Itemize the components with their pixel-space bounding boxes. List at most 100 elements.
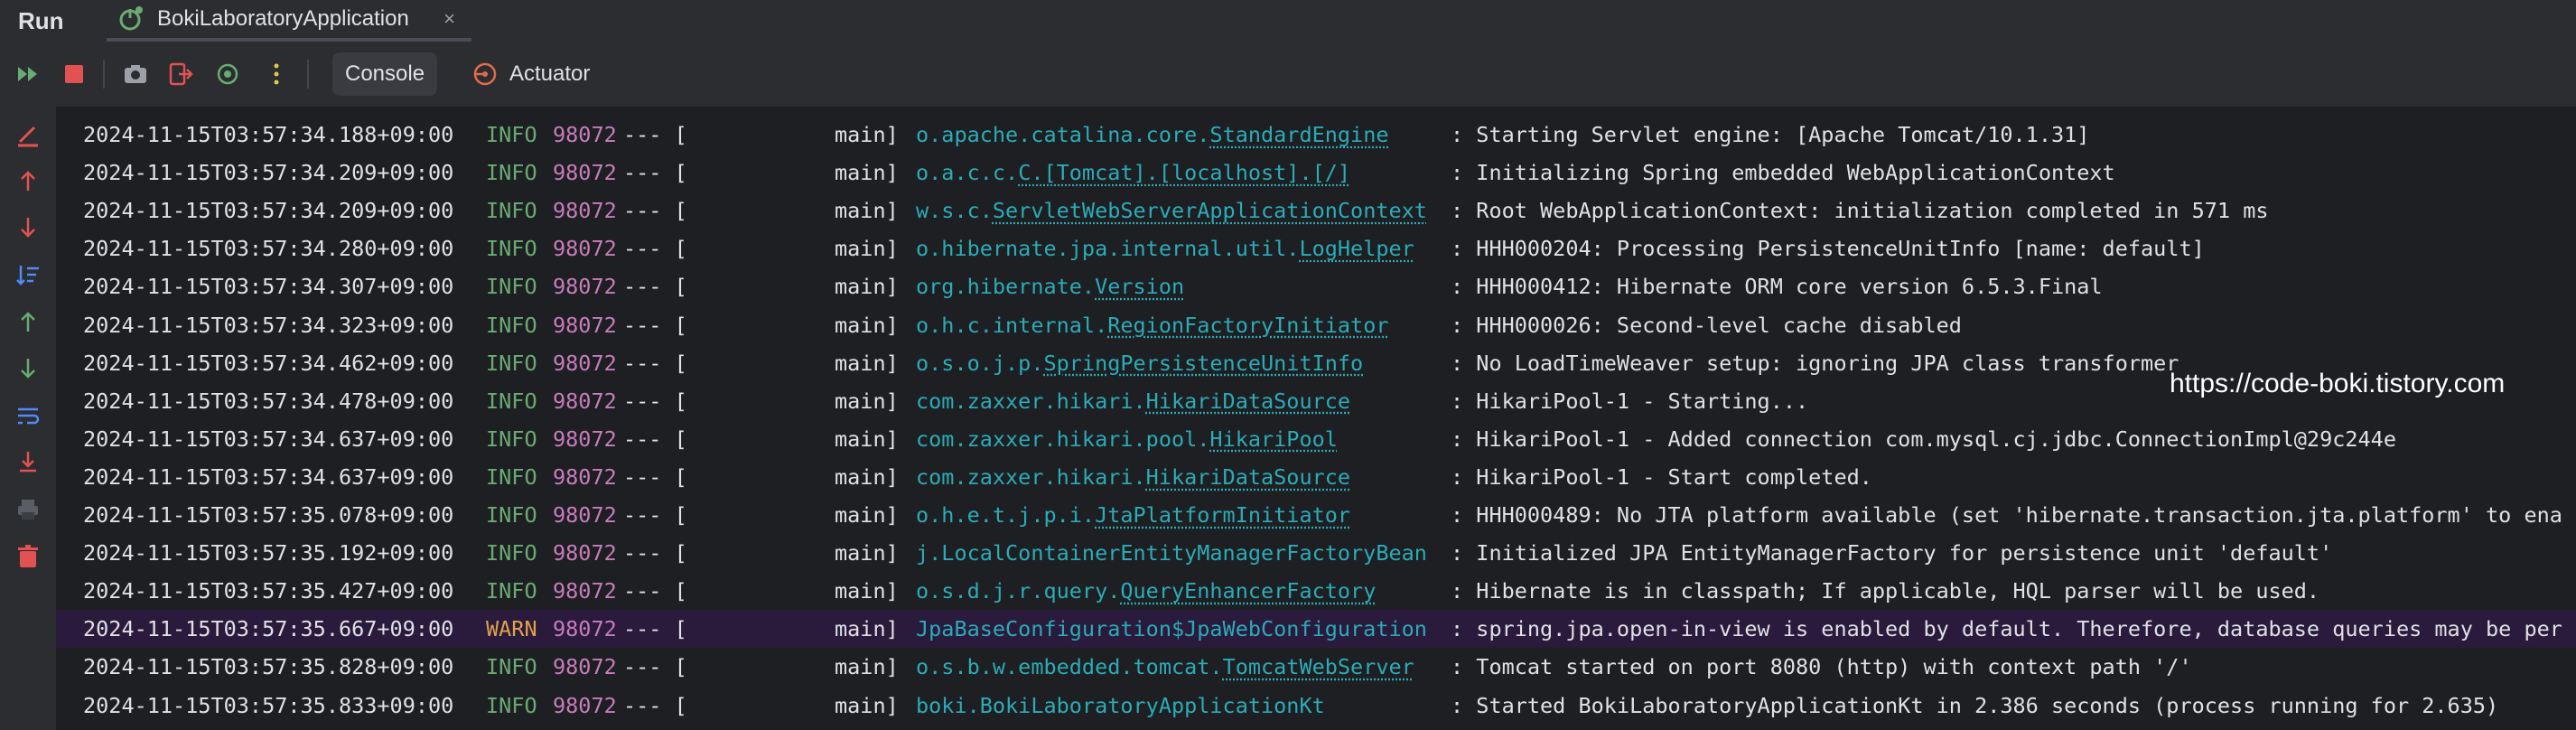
logger-class[interactable]: ServletWebServerApplicationContext: [993, 198, 1427, 223]
log-message: : HHH000204: Processing PersistenceUnitI…: [1451, 236, 2205, 262]
log-pid: 98072: [553, 426, 617, 452]
log-thread: main]: [835, 463, 899, 490]
logger-class[interactable]: C.[Tomcat].[localhost].[/]: [1018, 160, 1350, 185]
log-logger-link[interactable]: o.h.c.internal.RegionFactoryInitiator: [916, 306, 1389, 344]
print-icon[interactable]: [12, 493, 44, 526]
log-separator: --- [: [623, 312, 687, 338]
log-logger-link[interactable]: boki.BokiLaboratoryApplicationKt: [916, 687, 1325, 725]
log-level: INFO: [486, 692, 537, 718]
logger-class[interactable]: StandardEngine: [1209, 122, 1388, 147]
log-timestamp: 2024-11-15T03:57:34.462+09:00: [83, 350, 454, 376]
log-thread: main]: [835, 236, 899, 262]
logger-class[interactable]: JtaPlatformInitiator: [1095, 502, 1350, 528]
up-arrow-icon[interactable]: [12, 164, 44, 197]
log-row: 2024-11-15T03:57:34.307+09:00 INFO 98072 --…: [56, 267, 2576, 305]
logger-package: com.zaxxer.hikari.: [916, 388, 1146, 414]
log-level: INFO: [486, 578, 537, 604]
clear-icon[interactable]: [12, 119, 44, 152]
log-pid: 98072: [553, 350, 617, 376]
exit-icon[interactable]: [164, 58, 197, 90]
logger-class[interactable]: Version: [1095, 274, 1184, 299]
log-logger-link[interactable]: o.h.e.t.j.p.i.JtaPlatformInitiator: [916, 496, 1350, 534]
log-separator: --- [: [623, 236, 687, 262]
stop-icon[interactable]: [58, 58, 90, 90]
logger-class[interactable]: TomcatWebServer: [1223, 654, 1414, 679]
up-icon[interactable]: [12, 305, 44, 338]
log-timestamp: 2024-11-15T03:57:34.478+09:00: [83, 388, 454, 414]
down-arrow-icon[interactable]: [12, 211, 44, 244]
trash-icon[interactable]: [12, 540, 44, 573]
log-pid: 98072: [553, 578, 617, 604]
watermark: https://code-boki.tistory.com: [2170, 369, 2506, 398]
log-timestamp: 2024-11-15T03:57:35.828+09:00: [83, 654, 454, 680]
log-row: 2024-11-15T03:57:35.078+09:00 INFO 98072 --…: [56, 496, 2576, 534]
rerun-icon[interactable]: [13, 58, 45, 90]
actuator-icon: [473, 62, 497, 86]
log-timestamp: 2024-11-15T03:57:35.667+09:00: [83, 616, 454, 642]
logger-class[interactable]: SpringPersistenceUnitInfo: [1043, 351, 1363, 376]
log-timestamp: 2024-11-15T03:57:34.209+09:00: [83, 160, 454, 186]
debug-icon[interactable]: [211, 58, 244, 90]
log-logger-link[interactable]: o.s.b.w.embedded.tomcat.TomcatWebServer: [916, 648, 1414, 686]
spring-boot-run-icon: [119, 6, 143, 31]
log-timestamp: 2024-11-15T03:57:34.323+09:00: [83, 312, 454, 338]
logger-class[interactable]: HikariDataSource: [1146, 464, 1350, 490]
logger-class[interactable]: QueryEnhancerFactory: [1120, 578, 1376, 604]
log-pid: 98072: [553, 236, 617, 262]
screenshot-icon[interactable]: [119, 58, 152, 90]
console-side-toolbar: [0, 107, 56, 730]
log-row: 2024-11-15T03:57:35.667+09:00 WARN 98072 --…: [56, 610, 2576, 649]
log-message: : Tomcat started on port 8080 (http) wit…: [1451, 654, 2192, 680]
log-logger-link[interactable]: JpaBaseConfiguration$JpaWebConfiguration: [916, 610, 1427, 648]
run-title: Run: [18, 7, 64, 34]
log-logger-link[interactable]: o.a.c.c.C.[Tomcat].[localhost].[/]: [916, 154, 1350, 192]
log-logger-link[interactable]: o.hibernate.jpa.internal.util.LogHelper: [916, 229, 1414, 267]
log-level: INFO: [486, 350, 537, 376]
console-output[interactable]: 2024-11-15T03:57:34.188+09:00 INFO 98072 --…: [56, 107, 2576, 730]
logger-package: JpaBaseConfiguration$JpaWebConfiguration: [916, 616, 1427, 642]
log-logger-link[interactable]: com.zaxxer.hikari.HikariDataSource: [916, 382, 1350, 420]
log-logger-link[interactable]: o.apache.catalina.core.StandardEngine: [916, 116, 1389, 154]
log-message: : HikariPool-1 - Start completed.: [1451, 463, 1872, 490]
log-logger-link[interactable]: com.zaxxer.hikari.pool.HikariPool: [916, 420, 1338, 458]
run-config-tab[interactable]: BokiLaboratoryApplication ×: [107, 0, 471, 42]
logger-class[interactable]: RegionFactoryInitiator: [1107, 313, 1388, 338]
log-pid: 98072: [553, 540, 617, 566]
close-tab-icon[interactable]: ×: [443, 7, 455, 31]
soft-wrap-icon[interactable]: [12, 399, 44, 432]
log-logger-link[interactable]: com.zaxxer.hikari.HikariDataSource: [916, 458, 1350, 496]
log-thread: main]: [835, 502, 899, 528]
tab-actuator[interactable]: Actuator: [471, 52, 590, 96]
log-pid: 98072: [553, 654, 617, 680]
logger-class[interactable]: LogHelper: [1299, 236, 1414, 261]
log-message: : HHH000412: Hibernate ORM core version …: [1451, 274, 2103, 300]
log-timestamp: 2024-11-15T03:57:34.188+09:00: [83, 122, 454, 147]
log-level: INFO: [486, 540, 537, 566]
logger-class[interactable]: HikariDataSource: [1146, 388, 1350, 414]
log-logger-link[interactable]: org.hibernate.Version: [916, 267, 1184, 305]
log-level: INFO: [486, 426, 537, 452]
log-level: WARN: [486, 616, 537, 642]
down-icon[interactable]: [12, 352, 44, 385]
log-row: 2024-11-15T03:57:34.323+09:00 INFO 98072 --…: [56, 306, 2576, 344]
log-separator: --- [: [623, 198, 687, 224]
tab-console[interactable]: Console: [332, 52, 438, 96]
log-message: : spring.jpa.open-in-view is enabled by …: [1451, 616, 2562, 642]
log-logger-link[interactable]: j.LocalContainerEntityManagerFactoryBean: [916, 534, 1427, 572]
logger-class[interactable]: HikariPool: [1209, 426, 1337, 452]
scroll-to-end-icon[interactable]: [12, 446, 44, 479]
log-pid: 98072: [553, 502, 617, 528]
log-pid: 98072: [553, 616, 617, 642]
logger-package: com.zaxxer.hikari.: [916, 463, 1146, 490]
log-row: 2024-11-15T03:57:34.637+09:00 INFO 98072 --…: [56, 420, 2576, 458]
toolbar-separator: [307, 60, 309, 89]
log-logger-link[interactable]: o.s.o.j.p.SpringPersistenceUnitInfo: [916, 344, 1363, 382]
log-logger-link[interactable]: w.s.c.ServletWebServerApplicationContext: [916, 192, 1427, 229]
more-icon[interactable]: [260, 58, 293, 90]
run-config-tab-label: BokiLaboratoryApplication: [157, 6, 409, 31]
log-level: INFO: [486, 160, 537, 186]
log-logger-link[interactable]: o.s.d.j.r.query.QueryEnhancerFactory: [916, 572, 1376, 610]
sort-icon[interactable]: [12, 258, 44, 291]
log-row: 2024-11-15T03:57:35.427+09:00 INFO 98072 --…: [56, 572, 2576, 610]
log-level: INFO: [486, 502, 537, 528]
